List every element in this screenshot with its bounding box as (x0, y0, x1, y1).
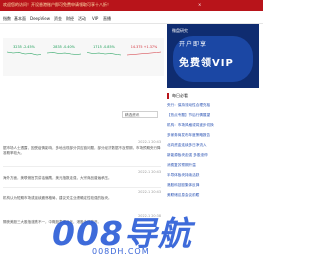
quote-card[interactable]: 1715 -0.85% (85, 40, 123, 74)
quote-sparkline (47, 52, 81, 55)
top-banner-text[interactable]: 欢迎您的访问！开设香港账户即可免费申请领取可享十八折！ (3, 2, 111, 8)
vip-promo-banner[interactable]: 微盘研究 开户即享 免费领VIP (167, 24, 259, 88)
banner-headline: 开户即享 (179, 41, 208, 48)
divider (3, 187, 161, 188)
quote-change: 14.375 +1.37% (130, 45, 158, 49)
filter-label: 精选资讯 (125, 113, 140, 117)
article-text: 机构认为短期市场或延续震荡格局，建议关注业绩确定性较强的板块。 (3, 196, 112, 200)
sidebar-link[interactable]: 机构：市场风格或将逐步切换 (167, 123, 259, 128)
article-text: 据市场人士透露，因受疫情影响，多地出现部分供应链问题，部分经济数据不及预期，市场… (3, 146, 161, 155)
news-filter-dropdown[interactable]: 精选资讯 (122, 111, 158, 118)
article-time: 2022-1 20:43 (138, 190, 161, 194)
main-nav: 指数 基本面 DeepView 资金 财经 活动 VIP 直播 (0, 12, 263, 24)
sidebar-link[interactable]: 新能源板块走强 多股涨停 (167, 153, 259, 158)
sidebar-link[interactable]: 半导体板块持续活跃 (167, 173, 259, 178)
nav-item-live[interactable]: 直播 (103, 16, 111, 22)
nav-item-finance[interactable]: 财经 (66, 16, 74, 22)
sidebar-link[interactable]: 消费复苏预期升温 (167, 163, 259, 168)
quote-change: 1715 -0.85% (93, 45, 115, 49)
site-watermark-domain: 008DH.COM (92, 247, 150, 256)
sidebar-link[interactable]: 多家券商发布年度策略报告 (167, 133, 259, 138)
nav-item-deepview[interactable]: DeepView (30, 16, 50, 21)
quote-change: 2835 -0.40% (53, 45, 75, 49)
sidebar-link[interactable]: 【热点专题】节后行情展望 (167, 113, 259, 118)
quote-card[interactable]: 14.375 +1.37% (125, 40, 163, 74)
divider (3, 166, 161, 167)
sidebar-link[interactable]: 美联储议息会议前瞻 (167, 193, 259, 198)
nav-item-fundamentals[interactable]: 基本面 (14, 16, 26, 22)
market-quotes: 3235 -2.45% 2835 -0.40% 1715 -0.85% 14.3… (3, 38, 164, 76)
quote-sparkline (87, 52, 121, 56)
sidebar-link[interactable]: 北向资金连续多日净流入 (167, 143, 259, 148)
banner-cta: 免费领VIP (179, 58, 234, 69)
top-banner[interactable]: 欢迎您的访问！开设香港账户即可免费申请领取可享十八折！ × (0, 0, 263, 11)
nav-item-events[interactable]: 活动 (78, 16, 86, 22)
sidebar-link[interactable]: 港股科技股集体反弹 (167, 183, 259, 188)
quote-sparkline (127, 51, 161, 56)
quote-change: 3235 -2.45% (13, 45, 35, 49)
article-text: 海外方面，美联储官员讲话偏鹰，美元指数走强，大宗商品普遍承压。 (3, 176, 112, 180)
nav-item-index[interactable]: 指数 (3, 16, 11, 22)
article-time: 2022-1 20:43 (138, 170, 161, 174)
nav-item-vip[interactable]: VIP (92, 16, 98, 21)
article-time: 2022-1 20:43 (138, 140, 161, 144)
sidebar-link[interactable]: 央行：保持流动性合理充裕 (167, 103, 259, 108)
quote-sparkline (7, 51, 41, 56)
banner-brand: 微盘研究 (172, 28, 188, 33)
quote-card[interactable]: 2835 -0.40% (45, 40, 83, 74)
nav-item-funds[interactable]: 资金 (54, 16, 62, 22)
close-icon[interactable]: × (198, 2, 201, 7)
sidebar-heading: 每日必看 (167, 93, 188, 99)
quote-card[interactable]: 3235 -2.45% (5, 40, 43, 74)
